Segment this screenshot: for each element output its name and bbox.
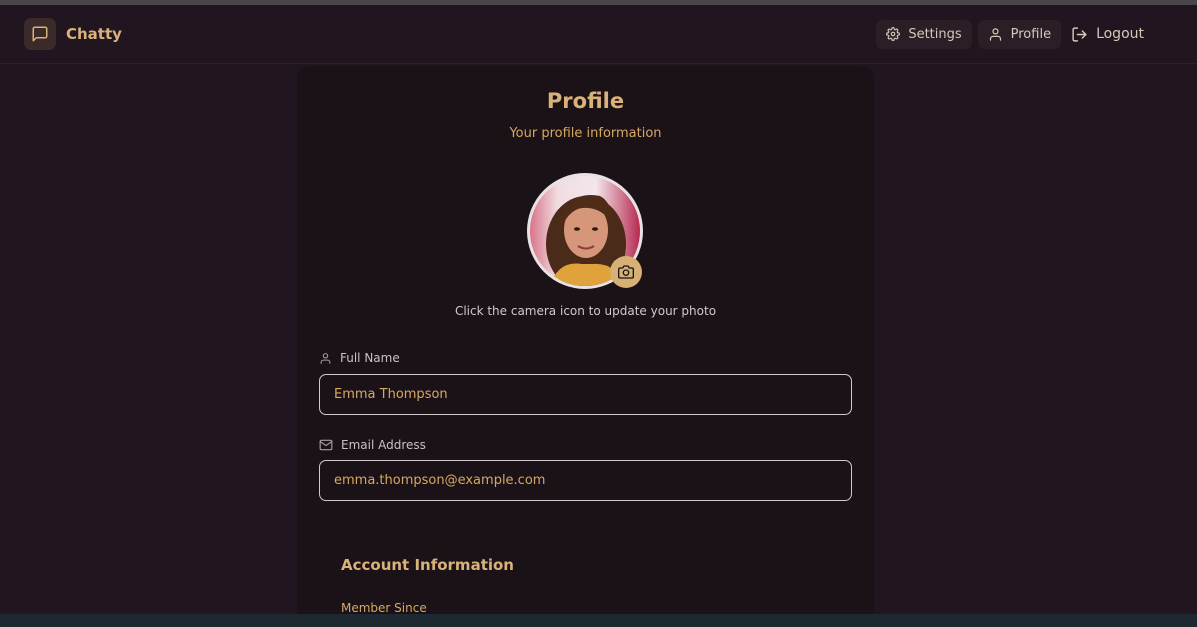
avatar-container xyxy=(527,173,643,289)
mail-icon xyxy=(319,439,333,451)
bottom-band xyxy=(0,614,1197,627)
member-since-label: Member Since xyxy=(341,601,427,615)
camera-icon xyxy=(618,265,634,279)
brand-link[interactable]: Chatty xyxy=(24,18,122,50)
settings-button[interactable]: Settings xyxy=(876,19,972,49)
user-icon xyxy=(320,352,331,364)
settings-label: Settings xyxy=(908,26,962,42)
full-name-field[interactable]: Emma Thompson xyxy=(319,374,852,415)
logout-icon xyxy=(1072,26,1087,42)
photo-hint: Click the camera icon to update your pho… xyxy=(454,304,717,318)
gear-icon xyxy=(886,27,901,41)
page-title: Profile xyxy=(546,89,625,113)
message-square-icon xyxy=(24,18,56,50)
top-navbar: Chatty Settings Profile Logout xyxy=(0,5,1197,64)
full-name-value: Emma Thompson xyxy=(334,387,448,402)
account-info-title: Account Information xyxy=(341,556,514,574)
full-name-label-text: Full Name xyxy=(340,351,400,365)
email-label: Email Address xyxy=(319,438,426,452)
logout-label: Logout xyxy=(1096,26,1144,42)
email-label-text: Email Address xyxy=(341,438,426,452)
full-name-label: Full Name xyxy=(319,351,400,365)
profile-button[interactable]: Profile xyxy=(977,19,1062,49)
profile-label: Profile xyxy=(1010,26,1052,42)
email-field[interactable]: emma.thompson@example.com xyxy=(319,460,852,501)
nav-menu: Settings Profile Logout xyxy=(876,19,1148,49)
user-icon xyxy=(989,27,1001,41)
email-value: emma.thompson@example.com xyxy=(334,473,546,488)
camera-upload-button[interactable] xyxy=(610,256,642,288)
app-name: Chatty xyxy=(66,25,122,43)
logout-button[interactable]: Logout xyxy=(1067,20,1148,49)
profile-card: Profile Your profile information Click t… xyxy=(297,66,874,627)
page-subtitle: Your profile information xyxy=(509,126,662,141)
